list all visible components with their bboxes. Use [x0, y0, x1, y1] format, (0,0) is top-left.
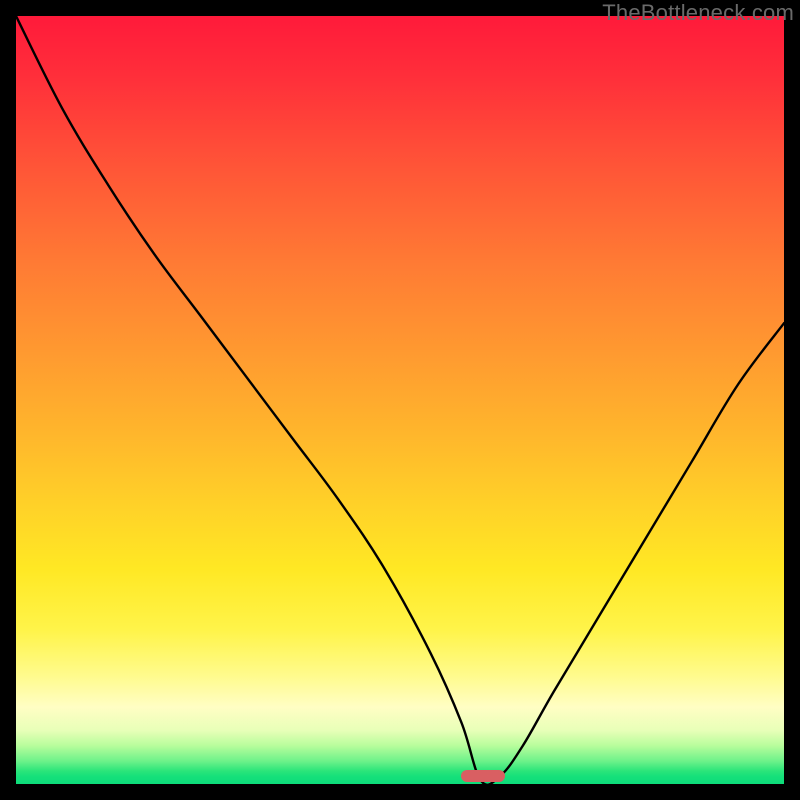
watermark-text: TheBottleneck.com — [602, 0, 794, 26]
plot-area — [16, 16, 784, 784]
bottleneck-curve — [16, 16, 784, 784]
bottleneck-curve-path — [16, 16, 784, 784]
chart-frame: TheBottleneck.com — [0, 0, 800, 800]
optimal-marker — [461, 770, 505, 782]
